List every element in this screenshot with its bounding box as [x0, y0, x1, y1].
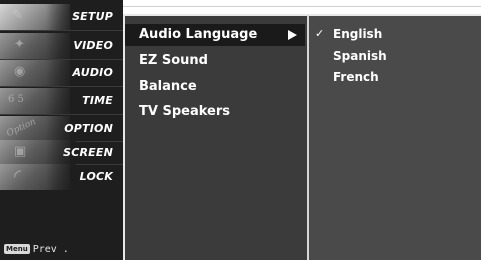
screen-glyph: ▣: [14, 144, 27, 159]
lock-thumbnail-icon: ◜: [0, 164, 76, 190]
option-english[interactable]: English: [333, 27, 382, 41]
option-spanish[interactable]: Spanish: [333, 49, 387, 63]
sidebar-item-label: TIME: [82, 94, 113, 107]
sidebar-item-label: AUDIO: [72, 66, 113, 79]
sidebar-item-setup[interactable]: ✎ SETUP: [0, 4, 123, 30]
menu-item-audio-language[interactable]: Audio Language: [125, 24, 305, 46]
sidebar-item-audio[interactable]: ◉ AUDIO: [0, 60, 123, 86]
time-glyph: 6 5: [8, 94, 24, 105]
sidebar-item-video[interactable]: ✦ VIDEO: [0, 33, 123, 59]
sidebar-item-time[interactable]: 6 5 TIME: [0, 88, 123, 114]
option-glyph: Option: [5, 116, 38, 140]
audio-thumbnail-icon: ◉: [0, 60, 76, 86]
menu-key-icon[interactable]: Menu: [4, 244, 30, 254]
option-thumbnail-icon: Option: [0, 116, 76, 142]
sidebar-item-lock[interactable]: ◜ LOCK: [0, 164, 123, 190]
audio-language-submenu: ✓ English Spanish French: [307, 14, 481, 260]
sidebar-item-label: VIDEO: [73, 39, 113, 52]
sidebar-item-label: SETUP: [72, 10, 113, 23]
sidebar-item-label: SCREEN: [63, 146, 113, 159]
sidebar-item-label: LOCK: [79, 170, 113, 183]
time-thumbnail-icon: 6 5: [0, 88, 76, 114]
sidebar-divider: [0, 30, 123, 31]
video-thumbnail-icon: ✦: [0, 33, 76, 59]
screen-thumbnail-icon: ▣: [0, 140, 76, 166]
sidebar-item-label: OPTION: [64, 122, 113, 135]
sidebar-divider: [0, 86, 123, 87]
video-glyph: ✦: [14, 37, 25, 52]
submenu-arrow-icon: [288, 30, 297, 40]
sidebar-item-option[interactable]: Option OPTION: [0, 116, 123, 142]
menu-footer: Menu Prev .: [4, 243, 69, 255]
top-divider: [123, 6, 481, 7]
tv-menu-screen: ✎ SETUP ✦ VIDEO ◉ AUDIO 6 5 TIME Option …: [0, 0, 481, 260]
audio-glyph: ◉: [14, 64, 26, 79]
sidebar-divider: [0, 114, 123, 115]
sidebar-item-screen[interactable]: ▣ SCREEN: [0, 140, 123, 166]
checkmark-icon: ✓: [315, 27, 325, 40]
menu-item-ez-sound[interactable]: EZ Sound: [139, 53, 208, 68]
category-sidebar: ✎ SETUP ✦ VIDEO ◉ AUDIO 6 5 TIME Option …: [0, 0, 123, 260]
menu-item-balance[interactable]: Balance: [139, 79, 197, 94]
lock-glyph: ◜: [14, 166, 21, 187]
menu-item-label: Audio Language: [139, 27, 258, 42]
setup-menu-panel: Audio Language EZ Sound Balance TV Speak…: [123, 14, 307, 260]
prev-label: Prev .: [32, 243, 69, 255]
option-french[interactable]: French: [333, 70, 379, 84]
menu-item-tv-speakers[interactable]: TV Speakers: [139, 104, 230, 119]
setup-thumbnail-icon: ✎: [0, 4, 76, 30]
setup-glyph: ✎: [12, 8, 23, 23]
